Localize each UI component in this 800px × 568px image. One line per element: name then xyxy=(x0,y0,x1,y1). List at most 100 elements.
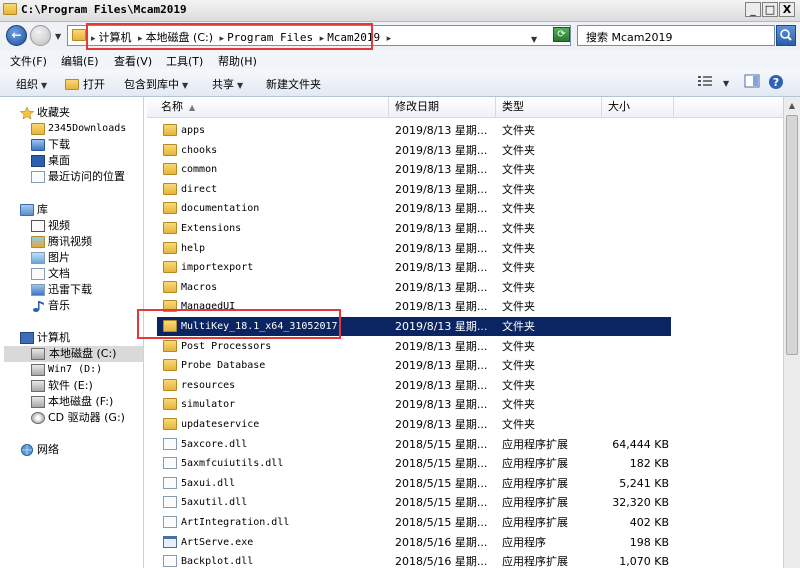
file-date: 2018/5/15 星期... xyxy=(395,457,488,470)
file-name: 5axutil.dll xyxy=(181,497,248,508)
file-type: 应用程序扩展 xyxy=(502,516,568,529)
share-button[interactable]: 共享 ▼ xyxy=(212,76,243,92)
breadcrumb-computer[interactable]: 计算机 xyxy=(99,31,132,44)
file-row[interactable]: documentation 2019/8/13 星期... 文件夹 xyxy=(157,199,671,218)
breadcrumb-chevron-icon[interactable]: ▸ xyxy=(320,34,325,44)
search-input[interactable]: 搜索 Mcam2019 xyxy=(577,25,775,46)
menu-tools[interactable]: 工具(T) xyxy=(166,53,203,69)
maximize-button[interactable]: □ xyxy=(762,2,778,17)
file-row[interactable]: chooks 2019/8/13 星期... 文件夹 xyxy=(157,141,671,160)
breadcrumb-program-files[interactable]: Program Files xyxy=(227,31,313,44)
pictures-icon xyxy=(31,252,45,264)
vertical-scrollbar[interactable]: ▲ xyxy=(783,97,800,568)
column-header-name[interactable]: 名称 ▲ xyxy=(155,97,389,117)
file-size: 5,241 KB xyxy=(619,477,669,490)
file-row[interactable]: simulator 2019/8/13 星期... 文件夹 xyxy=(157,395,671,414)
menu-file[interactable]: 文件(F) xyxy=(10,53,47,69)
search-icon[interactable] xyxy=(776,25,796,46)
breadcrumb-drive-c[interactable]: 本地磁盘 (C:) xyxy=(146,31,213,44)
breadcrumb-chevron-icon[interactable]: ▸ xyxy=(138,34,143,44)
file-type: 应用程序扩展 xyxy=(502,477,568,490)
file-row[interactable]: Macros 2019/8/13 星期... 文件夹 xyxy=(157,278,671,297)
file-type: 文件夹 xyxy=(502,379,535,392)
computer-icon xyxy=(20,332,34,344)
open-button[interactable]: 打开 xyxy=(65,76,105,92)
file-row[interactable]: 5axui.dll 2018/5/15 星期... 应用程序扩展 5,241 KB xyxy=(157,474,671,493)
menu-help[interactable]: 帮助(H) xyxy=(218,53,257,69)
file-name: help xyxy=(181,243,206,254)
view-options-icon[interactable] xyxy=(697,74,713,91)
scrollbar-thumb[interactable] xyxy=(786,115,798,355)
column-header-type[interactable]: 类型 xyxy=(496,97,602,117)
file-name: resources xyxy=(181,380,236,391)
minimize-button[interactable]: _ xyxy=(745,2,761,17)
nav-item-drive-c[interactable]: 本地磁盘 (C:) xyxy=(4,346,143,362)
help-icon[interactable]: ? xyxy=(768,74,784,93)
address-dropdown-icon[interactable]: ▼ xyxy=(531,35,537,44)
file-row[interactable]: ArtIntegration.dll 2018/5/15 星期... 应用程序扩展 4… xyxy=(157,513,671,532)
include-in-library-button[interactable]: 包含到库中 ▼ xyxy=(124,76,188,92)
folder-icon xyxy=(163,242,177,254)
address-bar[interactable]: ▸ 计算机 ▸ 本地磁盘 (C:) ▸ Program Files ▸ Mcam2019… xyxy=(67,25,571,46)
file-row[interactable]: 5axmfcuiutils.dll 2018/5/15 星期... 应用程序扩展 18… xyxy=(157,454,671,473)
file-row[interactable]: MultiKey_18.1_x64_31052017 2019/8/13 星期..… xyxy=(157,317,671,336)
file-row[interactable]: updateservice 2019/8/13 星期... 文件夹 xyxy=(157,415,671,434)
file-row[interactable]: Extensions 2019/8/13 星期... 文件夹 xyxy=(157,219,671,238)
view-dropdown-icon[interactable]: ▼ xyxy=(723,76,729,89)
menu-bar: 文件(F) 编辑(E) 查看(V) 工具(T) 帮助(H) xyxy=(0,50,800,69)
organize-button[interactable]: 组织 ▼ xyxy=(16,76,47,92)
file-date: 2019/8/13 星期... xyxy=(395,124,488,137)
file-row[interactable]: 5axcore.dll 2018/5/15 星期... 应用程序扩展 64,444 K… xyxy=(157,435,671,454)
file-row[interactable]: Probe Database 2019/8/13 星期... 文件夹 xyxy=(157,356,671,375)
breadcrumb-mcam2019[interactable]: Mcam2019 xyxy=(327,31,380,44)
organize-label: 组织 xyxy=(16,78,38,91)
file-row[interactable]: importexport 2019/8/13 星期... 文件夹 xyxy=(157,258,671,277)
scroll-up-arrow-icon[interactable]: ▲ xyxy=(784,97,800,114)
column-header-date[interactable]: 修改日期 xyxy=(389,97,496,117)
dll-file-icon xyxy=(163,496,177,508)
file-type: 应用程序扩展 xyxy=(502,457,568,470)
file-date: 2019/8/13 星期... xyxy=(395,222,488,235)
file-name: MultiKey_18.1_x64_31052017 xyxy=(181,321,338,332)
menu-view[interactable]: 查看(V) xyxy=(114,53,152,69)
forward-button[interactable]: → xyxy=(30,25,51,46)
close-button[interactable]: X xyxy=(779,2,795,17)
file-type: 应用程序 xyxy=(502,536,546,549)
file-row[interactable]: 5axutil.dll 2018/5/15 星期... 应用程序扩展 32,320 K… xyxy=(157,493,671,512)
file-date: 2019/8/13 星期... xyxy=(395,144,488,157)
file-row[interactable]: ArtServe.exe 2018/5/16 星期... 应用程序 198 KB xyxy=(157,533,671,552)
file-date: 2019/8/13 星期... xyxy=(395,398,488,411)
back-arrow-icon: ← xyxy=(11,28,22,42)
preview-pane-icon[interactable] xyxy=(744,74,760,91)
refresh-button[interactable]: ⟳ xyxy=(553,27,570,42)
file-type: 文件夹 xyxy=(502,261,535,274)
recent-pages-dropdown-icon[interactable]: ▼ xyxy=(55,32,61,41)
breadcrumb-chevron-icon[interactable]: ▸ xyxy=(387,34,392,44)
share-label: 共享 xyxy=(212,78,234,91)
column-header-row: 名称 ▲ 修改日期 类型 大小 xyxy=(147,97,783,118)
file-row[interactable]: common 2019/8/13 星期... 文件夹 xyxy=(157,160,671,179)
file-name: Macros xyxy=(181,282,218,293)
breadcrumb-chevron-icon[interactable]: ▸ xyxy=(91,34,96,44)
star-icon xyxy=(20,107,34,119)
breadcrumb-chevron-icon[interactable]: ▸ xyxy=(220,34,225,44)
folder-icon xyxy=(163,261,177,273)
back-button[interactable]: ← xyxy=(6,25,27,46)
drive-icon xyxy=(31,396,45,408)
file-row[interactable]: apps 2019/8/13 星期... 文件夹 xyxy=(157,121,671,140)
file-row[interactable]: Post Processors 2019/8/13 星期... 文件夹 xyxy=(157,337,671,356)
file-row[interactable]: Backplot.dll 2018/5/16 星期... 应用程序扩展 1,070 K… xyxy=(157,552,671,568)
file-row[interactable]: resources 2019/8/13 星期... 文件夹 xyxy=(157,376,671,395)
column-header-size[interactable]: 大小 xyxy=(602,97,674,117)
file-name: simulator xyxy=(181,399,236,410)
menu-edit[interactable]: 编辑(E) xyxy=(61,53,99,69)
file-type: 文件夹 xyxy=(502,281,535,294)
file-type: 文件夹 xyxy=(502,124,535,137)
file-row[interactable]: help 2019/8/13 星期... 文件夹 xyxy=(157,239,671,258)
file-type: 文件夹 xyxy=(502,242,535,255)
folder-icon xyxy=(163,398,177,410)
file-name: chooks xyxy=(181,145,218,156)
file-row[interactable]: direct 2019/8/13 星期... 文件夹 xyxy=(157,180,671,199)
new-folder-button[interactable]: 新建文件夹 xyxy=(266,76,321,92)
file-row[interactable]: ManagedUI 2019/8/13 星期... 文件夹 xyxy=(157,297,671,316)
